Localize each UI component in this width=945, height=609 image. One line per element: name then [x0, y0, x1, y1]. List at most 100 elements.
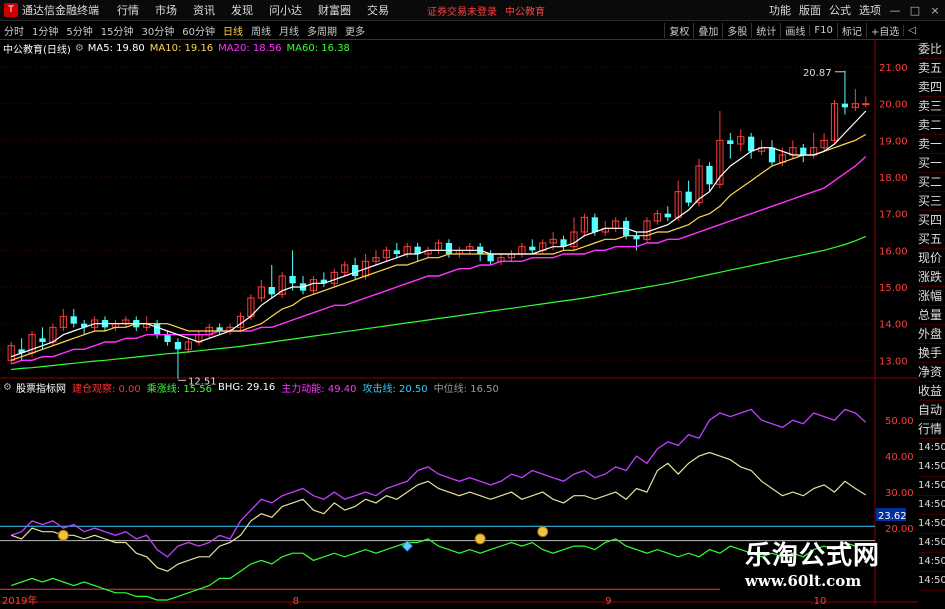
side-item[interactable]: 买四 [918, 211, 945, 230]
menu-trade[interactable]: 交易 [359, 2, 397, 18]
side-item[interactable]: 现价 [918, 249, 945, 268]
app-logo-icon: T [4, 3, 18, 17]
candle-body [841, 103, 849, 108]
side-item[interactable]: 买五 [918, 230, 945, 249]
period-tab[interactable]: 月线 [275, 23, 303, 38]
side-item[interactable]: 委比 [918, 40, 945, 59]
attack-line [11, 451, 867, 572]
close-button[interactable]: × [925, 4, 945, 17]
menu-layout[interactable]: 版面 [795, 2, 825, 18]
multi-stock-button[interactable]: 多股 [722, 22, 751, 38]
side-item[interactable]: 14:50 [918, 477, 945, 496]
candle-body [862, 103, 870, 106]
side-item[interactable]: 14:50 [918, 439, 945, 458]
add-watchlist-button[interactable]: +自选 [865, 22, 903, 38]
candle-body [727, 140, 734, 144]
menu-ask[interactable]: 问小达 [261, 2, 310, 18]
period-tab[interactable]: 多周期 [303, 23, 341, 38]
kline-chart[interactable]: 20.87 12.51 21.00 20.00 19.00 18.00 17.00 16.00… [0, 40, 918, 605]
candle-body [352, 265, 359, 276]
side-item[interactable]: 净资 [918, 363, 945, 382]
mark-button[interactable]: 标记 [836, 22, 866, 38]
side-item[interactable]: 卖一 [918, 135, 945, 154]
side-item[interactable]: 行情 [918, 420, 945, 439]
menu-news[interactable]: 资讯 [185, 2, 223, 18]
price-axis-label: 14.00 [879, 320, 908, 331]
period-tab-more[interactable]: 更多 [341, 23, 369, 38]
ind-axis-label: 40.00 [885, 452, 914, 463]
menu-quotes[interactable]: 行情 [109, 2, 147, 18]
period-toolbar: 分时 1分钟 5分钟 15分钟 30分钟 60分钟 日线 周线 月线 多周期 更… [0, 21, 920, 40]
adjust-button[interactable]: 复权 [664, 22, 693, 38]
quote-side-panel: 委比 卖五 卖四 卖三 卖二 卖一 买一 买二 买三 买四 买五 现价 涨跌 涨幅 总量 外盘 换手 净资 收益 自动… [918, 40, 945, 600]
price-axis-label: 15.00 [879, 283, 908, 294]
period-tab[interactable]: 15分钟 [97, 23, 138, 38]
price-axis-label: 16.00 [879, 246, 908, 257]
watermark: 乐淘公式网 www.60lt.com [745, 535, 915, 605]
side-item[interactable]: 14:50 [918, 553, 945, 572]
menu-formula[interactable]: 公式 [825, 2, 855, 18]
x-axis-label: 9 [605, 596, 611, 605]
period-tab[interactable]: 60分钟 [178, 23, 219, 38]
money-bag-icon [537, 526, 549, 538]
candle-body [529, 246, 536, 251]
side-item[interactable]: 买三 [918, 192, 945, 211]
candle-body [706, 166, 713, 185]
period-tab[interactable]: 30分钟 [137, 23, 178, 38]
side-item[interactable]: 涨幅 [918, 287, 945, 306]
side-item[interactable]: 买二 [918, 173, 945, 192]
period-tab[interactable]: 5分钟 [62, 23, 96, 38]
side-item[interactable]: 换手 [918, 344, 945, 363]
ind-axis-label: 30.00 [885, 488, 914, 499]
candle-body [800, 147, 807, 155]
maximize-button[interactable]: □ [905, 4, 925, 17]
stats-button[interactable]: 统计 [751, 22, 780, 38]
high-label: 20.87 [803, 68, 832, 79]
side-item[interactable]: 14:50 [918, 572, 945, 591]
side-item[interactable]: 卖五 [918, 59, 945, 78]
side-item[interactable]: 卖三 [918, 97, 945, 116]
candle-body [664, 213, 671, 218]
price-axis-label: 21.00 [879, 63, 908, 74]
collapse-icon[interactable]: ◁ [903, 24, 920, 36]
side-item[interactable]: 卖二 [918, 116, 945, 135]
x-axis-label: 8 [293, 596, 299, 605]
side-item[interactable]: 14:50 [918, 496, 945, 515]
draw-line-button[interactable]: 画线 [780, 22, 809, 38]
side-item[interactable]: 14:50 [918, 534, 945, 553]
menu-options[interactable]: 选项 [855, 2, 885, 18]
low-label: 12.51 [188, 376, 217, 387]
side-item[interactable]: 14:50 [918, 458, 945, 477]
candle-body [174, 342, 182, 350]
side-item[interactable]: 外盘 [918, 325, 945, 344]
app-title: 通达信金融终端 [22, 4, 99, 17]
period-tab[interactable]: 分时 [0, 23, 28, 38]
side-item[interactable]: 14:50 [918, 515, 945, 534]
rising-line [11, 538, 866, 601]
top-stock-name: 中公教育 [505, 6, 545, 18]
menu-discover[interactable]: 发现 [223, 2, 261, 18]
menu-function[interactable]: 功能 [765, 2, 795, 18]
menu-wealth[interactable]: 财富圈 [310, 2, 359, 18]
x-axis-label: 2019年 [2, 594, 37, 605]
period-tab[interactable]: 1分钟 [28, 23, 62, 38]
menu-market[interactable]: 市场 [147, 2, 185, 18]
overlay-button[interactable]: 叠加 [693, 22, 722, 38]
ind-current-value: 23.62 [878, 511, 907, 522]
minimize-button[interactable]: — [885, 4, 905, 17]
period-tab-daily[interactable]: 日线 [219, 23, 247, 38]
side-item[interactable]: 自动 [918, 401, 945, 420]
candle-body [268, 287, 275, 295]
side-item[interactable]: 卖四 [918, 78, 945, 97]
candle-body [289, 276, 296, 284]
login-status[interactable]: 证券交易未登录 [427, 3, 497, 18]
candle-body [70, 316, 77, 324]
side-item[interactable]: 买一 [918, 154, 945, 173]
price-axis-label: 20.00 [879, 100, 908, 111]
side-item[interactable]: 总量 [918, 306, 945, 325]
f10-button[interactable]: F10 [809, 24, 836, 36]
side-item[interactable]: 收益 [918, 382, 945, 401]
money-bag-icon [474, 533, 486, 545]
period-tab[interactable]: 周线 [247, 23, 275, 38]
side-item[interactable]: 涨跌 [918, 268, 945, 287]
